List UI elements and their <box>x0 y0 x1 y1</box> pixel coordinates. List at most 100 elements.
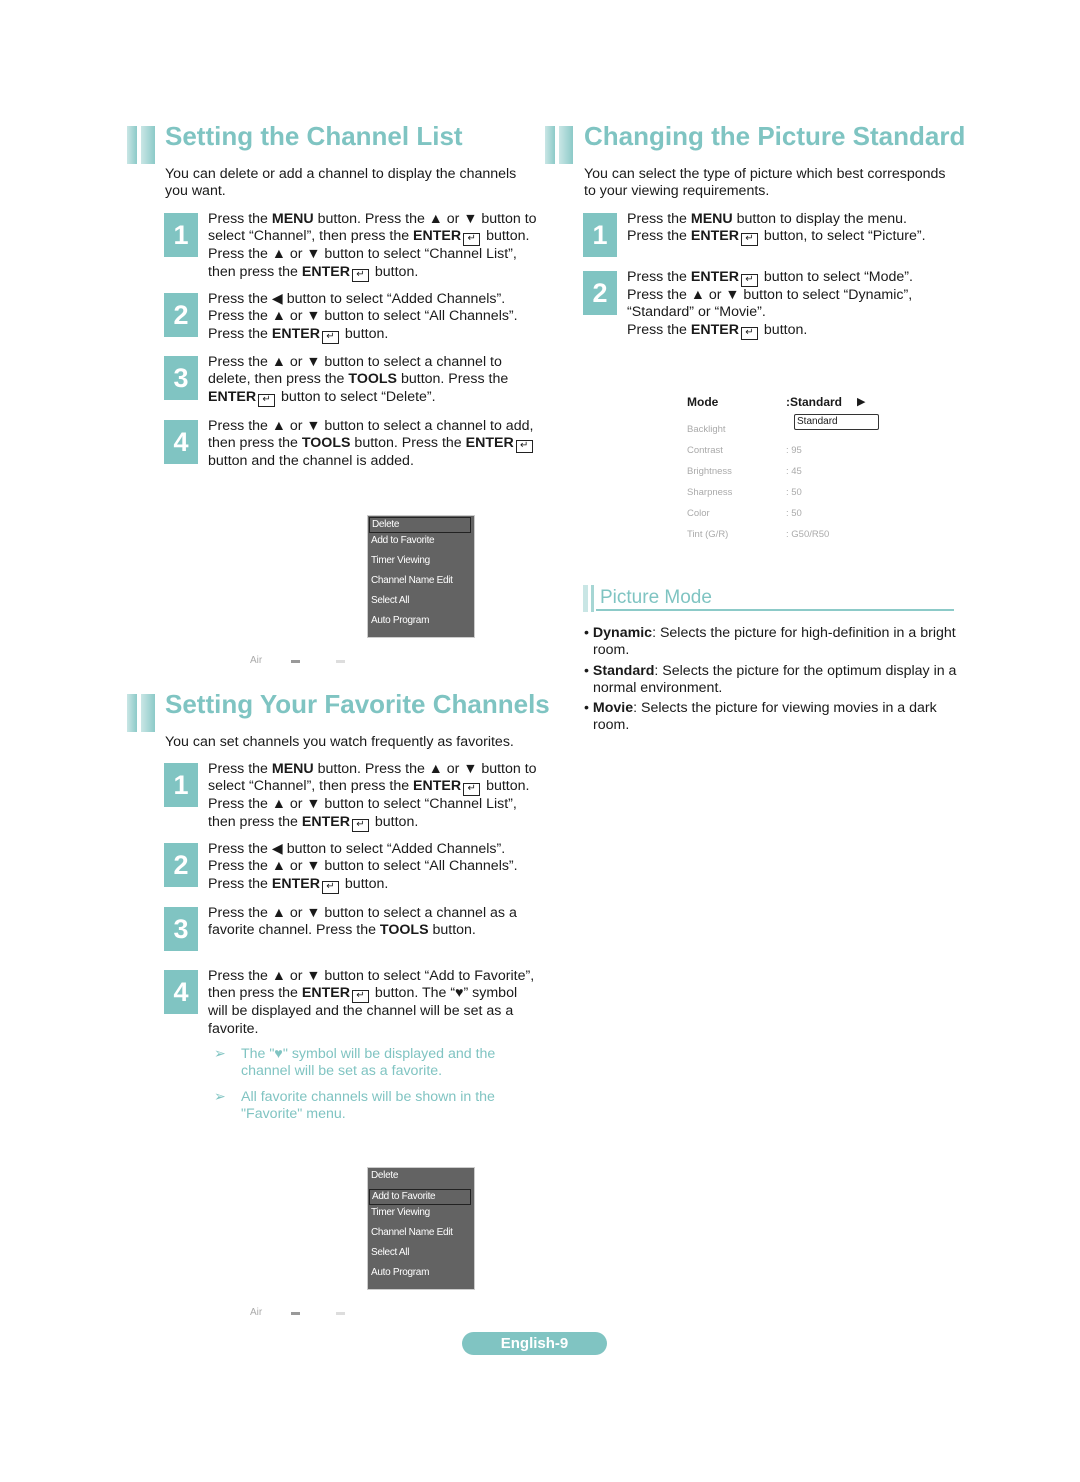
enter-icon: ↵ <box>515 440 533 454</box>
description: : Selects the picture for high-definitio… <box>652 625 956 641</box>
note: ➢ All favorite channels will be shown in… <box>214 1089 495 1124</box>
step-number: 1 <box>164 213 198 257</box>
step-text-segment: button. <box>482 228 530 245</box>
step-text-segment: button. <box>482 778 530 795</box>
step-text-segment: Press the <box>627 269 691 285</box>
menu-item[interactable]: Channel Name Edit <box>368 1225 474 1245</box>
step-text-segment: Press the ▲ or ▼ button to select a chan… <box>208 418 534 434</box>
mode-value: :Standard <box>786 395 843 409</box>
step-text-segment: Press the ▲ or ▼ button to select a chan… <box>208 354 502 370</box>
button-name: MENU <box>690 211 733 227</box>
step-text-segment: select “Channel”, then press the <box>208 228 414 245</box>
description: : Selects the picture for the optimum di… <box>654 662 957 679</box>
step-line: ENTER ↵ button to select “Delete”. <box>208 389 508 407</box>
step-line: select “Channel”, then press the ENTER ↵ … <box>208 778 537 797</box>
button-name: ENTER <box>301 985 350 1002</box>
mode-label: Mode <box>687 395 719 409</box>
menu-item[interactable]: Timer Viewing <box>368 553 474 573</box>
step-text-segment: Press the <box>208 875 272 892</box>
section-title: Changing the Picture Standard <box>584 121 966 151</box>
menu-item[interactable]: Select All <box>368 1245 474 1265</box>
section-title: Setting Your Favorite Channels <box>165 689 550 719</box>
step-number: 2 <box>164 293 198 337</box>
step-text-segment: button to select “Mode”. <box>759 269 913 285</box>
step-text-segment: then press the <box>208 435 302 452</box>
step-line: Press the ◀ button to select “Added Chan… <box>208 841 518 858</box>
step-text-segment: select “Channel”, then press the <box>208 778 414 795</box>
step-text-segment: button to select “Delete”. <box>277 388 436 405</box>
step-text-segment: Press the ▲ or ▼ button to select a chan… <box>208 905 517 921</box>
note-line: All favorite channels will be shown in t… <box>241 1089 495 1105</box>
button-name: ENTER <box>208 388 257 405</box>
step-text-segment: Press the ▲ or ▼ button to select “Chann… <box>208 246 517 263</box>
step-text: Press the MENU button. Press the ▲ or ▼ … <box>208 211 537 282</box>
section-bars-icon <box>545 126 573 164</box>
step-text-segment: Press the <box>208 211 272 227</box>
menu-item[interactable]: Add to Favorite <box>368 533 474 553</box>
header-bar-icon <box>591 585 594 612</box>
step-line: Press the ENTER ↵ button. <box>627 322 913 340</box>
step-line: Press the MENU button. Press the ▲ or ▼ … <box>208 761 537 778</box>
menu-item[interactable]: Delete <box>368 1168 474 1188</box>
step-text-segment: button and the channel is added. <box>208 453 414 470</box>
menu-item[interactable]: Select All <box>368 593 474 613</box>
step-number: 2 <box>164 843 198 887</box>
indicator <box>291 1312 300 1315</box>
step-text-segment: button. Press the ▲ or ▼ button to <box>313 211 537 227</box>
arrow-right-icon: ▶ <box>857 396 866 408</box>
button-name: MENU <box>271 211 314 227</box>
page-number: English-9 <box>462 1332 607 1355</box>
bullet-dot: • <box>584 662 593 679</box>
step-line: Press the ▲ or ▼ button to select “Add t… <box>208 968 534 985</box>
enter-icon: ↵ <box>740 274 758 287</box>
step-number: 3 <box>164 907 198 951</box>
section-title: Setting the Channel List <box>165 121 463 151</box>
osd-row-value: : 50 <box>786 508 802 519</box>
button-name: ENTER <box>413 228 462 245</box>
step-number: 1 <box>583 213 617 257</box>
step-text: Press the ▲ or ▼ button to select a chan… <box>208 418 535 471</box>
step-line: select “Channel”, then press the ENTER ↵ … <box>208 228 537 247</box>
divider <box>596 609 954 611</box>
step-line: Press the ▲ or ▼ button to select “Chann… <box>208 796 537 813</box>
mode-dropdown[interactable]: Standard <box>794 414 879 430</box>
enter-icon: ↵ <box>740 326 758 340</box>
manual-page: Setting the Channel List You can delete … <box>0 0 1080 1482</box>
step-line: Press the ▲ or ▼ button to select “All C… <box>208 858 518 875</box>
section-intro: You can set channels you watch frequentl… <box>165 734 514 751</box>
picture-mode-bullet: • Dynamic: Selects the picture for high-… <box>584 625 956 660</box>
enter-icon: ↵ <box>740 233 758 247</box>
step-text-segment: Press the ◀ button to select “Added Chan… <box>208 841 506 857</box>
air-label: Air <box>250 1307 263 1318</box>
step-line: favorite channel. Press the TOOLS button… <box>208 922 517 939</box>
menu-item[interactable]: Delete <box>369 517 471 533</box>
header-bar-icon <box>583 585 588 612</box>
step-text: Press the ◀ button to select “Added Chan… <box>208 841 518 894</box>
button-name: ENTER <box>301 263 350 280</box>
indicator <box>336 1312 345 1315</box>
button-name: MENU <box>271 761 314 777</box>
step-line: Press the ENTER ↵ button, to select “Pict… <box>627 228 926 247</box>
osd-row-label: Color <box>687 508 710 519</box>
step-line: then press the TOOLS button. Press the E… <box>208 435 535 454</box>
button-name: ENTER <box>690 269 739 285</box>
menu-item[interactable]: Timer Viewing <box>368 1205 474 1225</box>
button-name: ENTER <box>413 778 462 795</box>
step-text-segment: Press the ▲ or ▼ button to select “All C… <box>208 858 518 875</box>
step-line: favorite. <box>208 1021 534 1038</box>
step-line: then press the ENTER ↵ button. <box>208 814 537 832</box>
enter-icon: ↵ <box>258 393 276 407</box>
step-text-segment: Press the ▲ or ▼ button to select “Dynam… <box>627 287 913 303</box>
menu-item[interactable]: Auto Program <box>368 613 474 633</box>
step-line: “Standard” or “Movie”. <box>627 304 913 321</box>
menu-item[interactable]: Add to Favorite <box>369 1189 471 1205</box>
bullet-dot: • <box>584 625 593 641</box>
description-cont: normal environment. <box>593 679 723 696</box>
button-name: ENTER <box>690 228 739 245</box>
indicator <box>291 660 300 663</box>
menu-item[interactable]: Auto Program <box>368 1265 474 1285</box>
step-number: 2 <box>583 271 617 315</box>
picture-mode-bullet: • Standard: Selects the picture for the … <box>584 663 956 698</box>
enter-icon: ↵ <box>351 990 369 1004</box>
menu-item[interactable]: Channel Name Edit <box>368 573 474 593</box>
